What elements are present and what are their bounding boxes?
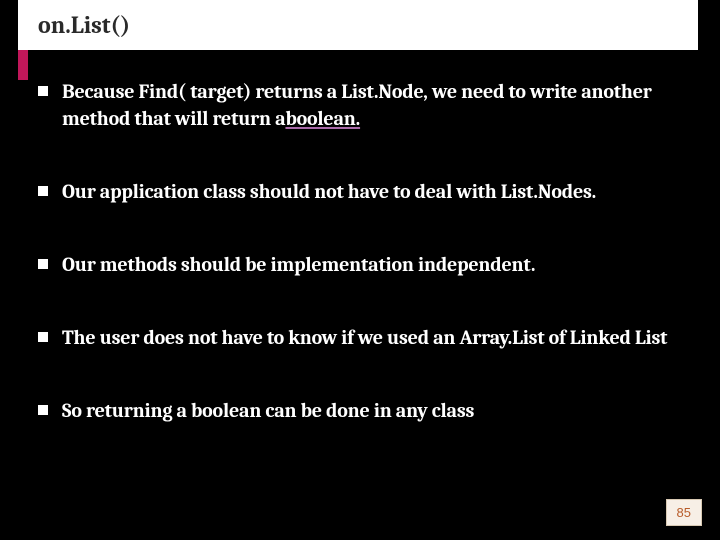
title-box: on.List() bbox=[18, 0, 698, 50]
list-item: Because Find( target) returns a List.Nod… bbox=[38, 78, 720, 132]
bullet-em: boolean. bbox=[285, 107, 360, 130]
bullet-text: The user does not have to know if we use… bbox=[62, 324, 720, 351]
page-number-badge: 85 bbox=[666, 499, 702, 526]
bullet-icon bbox=[38, 332, 48, 342]
bullet-icon bbox=[38, 86, 48, 96]
list-item: So returning a boolean can be done in an… bbox=[38, 397, 720, 424]
bullet-text: So returning a boolean can be done in an… bbox=[62, 397, 720, 424]
list-item: Our application class should not have to… bbox=[38, 178, 720, 205]
list-item: Our methods should be implementation ind… bbox=[38, 251, 720, 278]
content-area: Because Find( target) returns a List.Nod… bbox=[38, 78, 720, 520]
slide-title: on.List() bbox=[38, 11, 130, 39]
bullet-text: Because Find( target) returns a List.Nod… bbox=[62, 78, 720, 132]
list-item: The user does not have to know if we use… bbox=[38, 324, 720, 351]
bullet-text: Our methods should be implementation ind… bbox=[62, 251, 720, 278]
accent-bar bbox=[18, 50, 28, 80]
bullet-icon bbox=[38, 259, 48, 269]
bullet-text: Our application class should not have to… bbox=[62, 178, 720, 205]
bullet-icon bbox=[38, 405, 48, 415]
bullet-icon bbox=[38, 186, 48, 196]
